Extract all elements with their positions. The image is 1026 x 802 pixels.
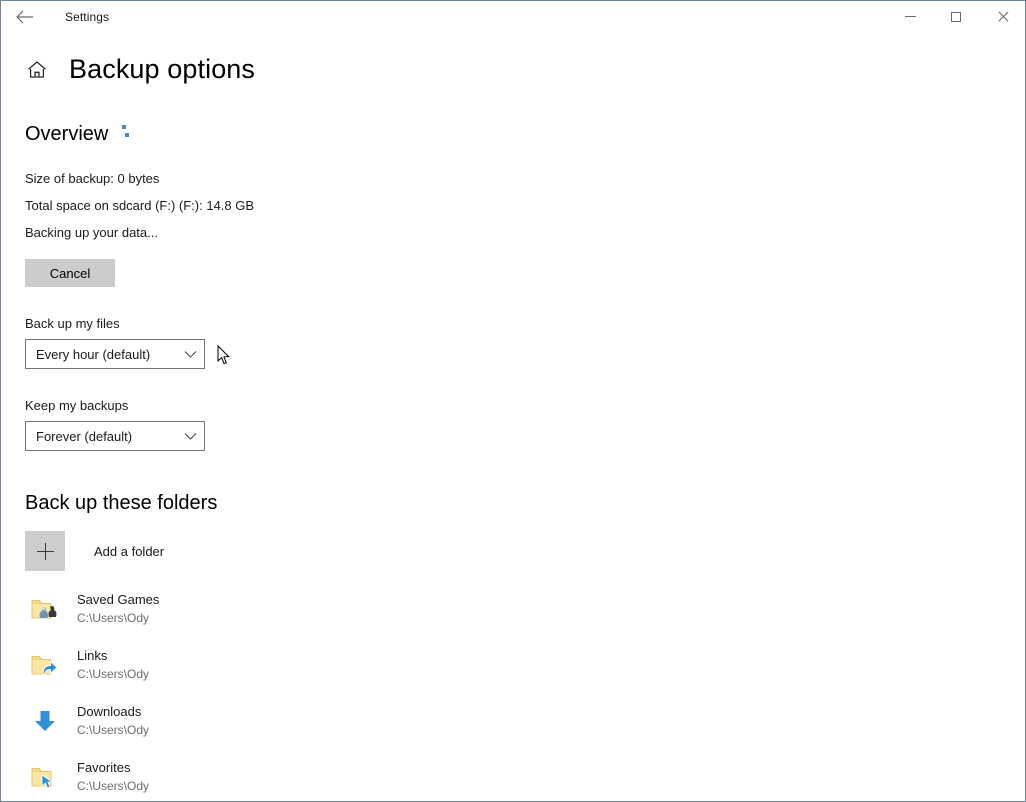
home-icon[interactable] (25, 58, 49, 82)
backup-frequency-group: Back up my files Every hour (default) (25, 316, 1025, 369)
backup-frequency-dropdown[interactable]: Every hour (default) (25, 339, 205, 369)
total-space-text: Total space on sdcard (F:) (F:): 14.8 GB (25, 198, 255, 213)
list-item[interactable]: Favorites C:\Users\Ody (25, 759, 425, 795)
backup-status-text: Backing up your data... (25, 225, 158, 240)
backup-retention-dropdown[interactable]: Forever (default) (25, 421, 205, 451)
back-arrow-icon (15, 10, 33, 24)
backup-size-text: Size of backup: 0 bytes (25, 171, 160, 186)
overview-title: Overview (25, 123, 109, 145)
maximize-button[interactable] (933, 1, 979, 32)
list-item[interactable]: Saved Games C:\Users\Ody (25, 591, 425, 627)
folder-text-block: Downloads C:\Users\Ody (77, 703, 149, 739)
cancel-button[interactable]: Cancel (25, 259, 115, 287)
caption-button-group (887, 1, 1025, 32)
backup-retention-label: Keep my backups (25, 398, 129, 413)
folder-path: C:\Users\Ody (77, 779, 150, 793)
downloads-arrow-icon (25, 704, 65, 738)
progress-spinner-icon (119, 125, 133, 141)
folders-section-title: Back up these folders (25, 492, 218, 514)
backup-retention-value: Forever (default) (36, 428, 133, 444)
backup-retention-group: Keep my backups Forever (default) (25, 398, 1025, 451)
folder-name: Saved Games (77, 592, 160, 607)
folder-text-block: Saved Games C:\Users\Ody (77, 591, 159, 627)
plus-icon (25, 531, 65, 571)
folder-path: C:\Users\Ody (77, 723, 150, 737)
minimize-icon (904, 16, 916, 17)
list-item[interactable]: Downloads C:\Users\Ody (25, 703, 425, 739)
backup-frequency-value: Every hour (default) (36, 346, 151, 362)
folder-path: C:\Users\Ody (77, 667, 150, 681)
back-button[interactable] (1, 1, 47, 32)
chevron-down-icon (176, 350, 204, 359)
folder-name: Favorites (77, 760, 131, 775)
folder-name: Downloads (77, 704, 142, 719)
page-header: Backup options (1, 32, 1025, 83)
folder-name: Links (77, 648, 108, 663)
close-button[interactable] (979, 1, 1025, 32)
window-title: Settings (65, 9, 110, 24)
maximize-icon (951, 11, 961, 22)
add-folder-button[interactable]: Add a folder (25, 531, 345, 571)
minimize-button[interactable] (887, 1, 933, 32)
page-title: Backup options (69, 54, 256, 84)
folder-text-block: Favorites C:\Users\Ody (77, 759, 149, 795)
folder-text-block: Links C:\Users\Ody (77, 647, 149, 683)
list-item[interactable]: Links C:\Users\Ody (25, 647, 425, 683)
title-bar: Settings (1, 1, 1025, 32)
settings-window: Settings Backup options Overview Size of… (0, 0, 1026, 802)
backup-frequency-label: Back up my files (25, 316, 120, 331)
favorites-folder-icon (25, 760, 65, 794)
content-area: Overview Size of backup: 0 bytes Total s… (1, 124, 1025, 795)
overview-info-lines: Size of backup: 0 bytes Total space on s… (25, 165, 1025, 246)
add-folder-label: Add a folder (94, 543, 165, 559)
links-folder-icon (25, 648, 65, 682)
chevron-down-icon (176, 432, 204, 441)
saved-games-folder-icon (25, 592, 65, 626)
folder-path: C:\Users\Ody (77, 611, 150, 625)
close-icon (997, 11, 1008, 22)
overview-section-header: Overview (25, 124, 1025, 144)
